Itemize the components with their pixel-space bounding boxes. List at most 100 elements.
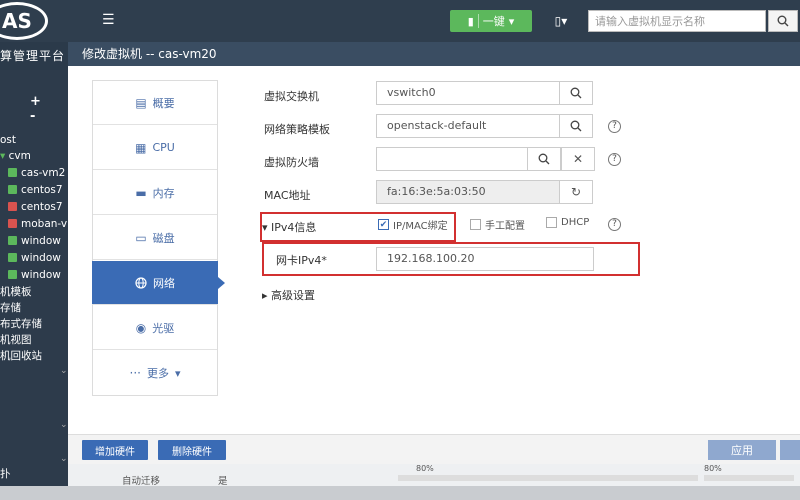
- advanced-settings-toggle[interactable]: ▸ 高级设置: [262, 287, 315, 303]
- tab-summary[interactable]: ▤ 概要: [93, 81, 217, 125]
- tree-item[interactable]: 机视图: [0, 332, 68, 348]
- highlight-box-nic-ip: [262, 242, 640, 276]
- tree-item-label: centos7: [21, 184, 63, 196]
- policy-template-field[interactable]: openstack-default: [376, 114, 560, 138]
- caret-right-icon: ▸: [262, 289, 272, 302]
- tree-item-label: ost: [0, 134, 17, 146]
- tab-cpu[interactable]: ▦ CPU: [93, 126, 217, 170]
- tree-item[interactable]: 扑: [0, 466, 68, 482]
- tab-label: 内存: [152, 186, 175, 200]
- onekey-label: 一键: [482, 15, 505, 28]
- hardware-tabs: ▤ 概要 ▦ CPU ▬ 内存 ▭ 磁盘 网络 ◉ 光驱 ··· 更多 ▾: [92, 80, 225, 396]
- policy-search-button[interactable]: [559, 114, 593, 138]
- summary-icon: ▤: [135, 95, 147, 110]
- tree-item-label: 存储: [0, 302, 21, 314]
- tree-item[interactable]: cas-vm2: [0, 167, 68, 183]
- tree-item-label: cas-vm2: [21, 167, 66, 179]
- horizontal-scrollbar[interactable]: [0, 486, 800, 500]
- next-button[interactable]: [780, 440, 800, 460]
- tree-item[interactable]: 存储: [0, 300, 68, 316]
- vm-running-icon: [8, 253, 17, 262]
- vm-running-icon: [8, 236, 17, 245]
- tree-item[interactable]: 布式存储: [0, 316, 68, 332]
- tree-item[interactable]: moban-v: [0, 218, 68, 234]
- mac-refresh-button[interactable]: ↻: [559, 180, 593, 204]
- policy-help-icon[interactable]: ?: [608, 120, 621, 133]
- usage-bar-right: [704, 475, 794, 481]
- tab-disk[interactable]: ▭ 磁盘: [93, 216, 217, 260]
- tree-item[interactable]: window: [0, 252, 68, 268]
- search-icon: [570, 87, 582, 99]
- firewall-help-icon[interactable]: ?: [608, 153, 621, 166]
- ipv4-help-icon[interactable]: ?: [608, 218, 621, 231]
- menu-toggle-icon[interactable]: ☰: [102, 12, 115, 28]
- usage-percent-left: 80%: [416, 464, 434, 473]
- mac-address-label: MAC地址: [264, 189, 311, 202]
- manual-config-option[interactable]: 手工配置: [470, 217, 525, 232]
- tree-item-label: cvm: [8, 150, 31, 162]
- onekey-button[interactable]: ▮ 一键 ▾: [450, 10, 532, 32]
- tab-network[interactable]: 网络: [92, 261, 225, 305]
- remove-hardware-button[interactable]: 删除硬件: [158, 440, 226, 460]
- tree-item[interactable]: window: [0, 235, 68, 251]
- search-button[interactable]: [768, 10, 798, 32]
- manual-config-checkbox[interactable]: [470, 219, 481, 230]
- tab-label: 更多: [146, 367, 169, 380]
- tree-item-label: 布式存储: [0, 318, 42, 330]
- tab-cdrom[interactable]: ◉ 光驱: [93, 306, 217, 350]
- tree-item-label: centos7: [21, 201, 63, 213]
- add-hardware-button[interactable]: 增加硬件: [82, 440, 148, 460]
- modal-title: 修改虚拟机 -- cas-vm20: [68, 42, 800, 66]
- tab-label: 磁盘: [152, 231, 175, 245]
- tree-item-label: window: [21, 269, 61, 281]
- cdrom-icon: ◉: [135, 320, 147, 335]
- top-bar: ☰ ▮ 一键 ▾ ▯ ▾: [0, 0, 800, 42]
- modal-footer: 增加硬件 删除硬件 应用: [68, 434, 800, 464]
- tab-label: CPU: [152, 141, 175, 154]
- firewall-clear-button[interactable]: ✕: [561, 147, 595, 171]
- vswitch-search-button[interactable]: [559, 81, 593, 105]
- search-icon: [777, 15, 789, 27]
- tree-expand-collapse-tools[interactable]: + -: [30, 94, 68, 124]
- dhcp-option[interactable]: DHCP: [546, 217, 589, 228]
- vm-running-icon: [8, 270, 17, 279]
- modal-body: ▤ 概要 ▦ CPU ▬ 内存 ▭ 磁盘 网络 ◉ 光驱 ··· 更多 ▾ 虚拟…: [68, 66, 800, 434]
- tab-label: 网络: [153, 276, 175, 290]
- tab-memory[interactable]: ▬ 内存: [93, 171, 217, 215]
- vm-search-input[interactable]: [588, 10, 766, 32]
- auto-migration-label: 自动迁移: [122, 476, 161, 487]
- tree-item[interactable]: window: [0, 269, 68, 285]
- chevron-down-icon[interactable]: ⌄: [60, 420, 68, 430]
- tree-item[interactable]: ost: [0, 134, 68, 150]
- network-icon: [135, 276, 147, 289]
- apply-button[interactable]: 应用: [708, 440, 776, 460]
- auto-migration-value: 是: [218, 476, 228, 487]
- tree-item[interactable]: 机回收站: [0, 348, 68, 364]
- policy-template-label: 网络策略模板: [264, 123, 330, 136]
- tree-item-label: 机回收站: [0, 350, 42, 362]
- vm-stopped-icon: [8, 202, 17, 211]
- onekey-icon: ▮: [467, 14, 474, 28]
- button-separator: [477, 14, 479, 28]
- tab-more[interactable]: ··· 更多 ▾: [93, 351, 217, 395]
- mac-address-field: fa:16:3e:5a:03:50: [376, 180, 560, 204]
- tree-item[interactable]: ▾ cvm: [0, 150, 68, 166]
- tree-item[interactable]: 机模板: [0, 284, 68, 300]
- tree-item[interactable]: centos7: [0, 184, 68, 200]
- dhcp-checkbox[interactable]: [546, 217, 557, 228]
- dhcp-label: DHCP: [561, 217, 590, 228]
- firewall-label: 虚拟防火墙: [264, 156, 319, 169]
- firewall-field[interactable]: [376, 147, 528, 171]
- chevron-down-icon[interactable]: ⌄: [60, 366, 68, 376]
- chevron-down-icon[interactable]: ⌄: [60, 454, 68, 464]
- tree-item[interactable]: centos7: [0, 201, 68, 217]
- tree-item-label: moban-v: [21, 218, 68, 230]
- close-icon: ✕: [572, 152, 584, 166]
- disk-icon: ▭: [135, 230, 147, 245]
- firewall-search-button[interactable]: [527, 147, 561, 171]
- usage-bar-left: [398, 475, 698, 481]
- tree-item-label: window: [21, 235, 61, 247]
- chevron-down-icon: ▾: [174, 366, 181, 380]
- vswitch-field[interactable]: vswitch0: [376, 81, 560, 105]
- clipboard-menu-button[interactable]: ▯ ▾: [543, 10, 579, 32]
